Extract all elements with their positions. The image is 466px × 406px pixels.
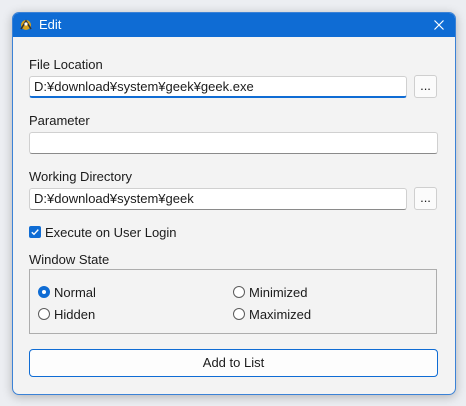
window-state-label: Window State: [29, 252, 110, 267]
radio-unselected-icon: [233, 308, 245, 320]
radio-hidden-label: Hidden: [54, 306, 96, 322]
working-directory-input[interactable]: D:¥download¥system¥geek: [29, 188, 407, 210]
radio-maximized-label: Maximized: [249, 306, 312, 322]
window-state-group: [29, 269, 437, 334]
working-directory-browse-button[interactable]: ...: [414, 187, 437, 210]
radio-unselected-icon: [233, 286, 245, 298]
file-location-input[interactable]: D:¥download¥system¥geek¥geek.exe: [29, 76, 407, 98]
execute-on-login-label: Execute on User Login: [45, 224, 177, 240]
close-icon: [434, 20, 444, 30]
parameter-input[interactable]: [29, 132, 438, 154]
close-button[interactable]: [423, 13, 455, 37]
title-bar[interactable]: Edit: [13, 13, 455, 37]
radio-maximized[interactable]: Maximized: [233, 306, 311, 322]
app-icon: [18, 17, 34, 33]
radio-hidden[interactable]: Hidden: [38, 306, 95, 322]
checkbox-checked-icon: [29, 226, 41, 238]
add-to-list-button[interactable]: Add to List: [29, 349, 438, 377]
file-location-label: File Location: [29, 57, 103, 72]
execute-on-login-checkbox[interactable]: Execute on User Login: [29, 224, 177, 240]
radio-normal-label: Normal: [54, 284, 96, 300]
parameter-label: Parameter: [29, 113, 90, 128]
radio-selected-icon: [38, 286, 50, 298]
window-title: Edit: [39, 17, 62, 32]
radio-unselected-icon: [38, 308, 50, 320]
edit-dialog: Edit File Location D:¥download¥system¥ge…: [12, 12, 456, 395]
working-directory-label: Working Directory: [29, 169, 133, 184]
radio-normal[interactable]: Normal: [38, 284, 96, 300]
radio-minimized[interactable]: Minimized: [233, 284, 308, 300]
radio-minimized-label: Minimized: [249, 284, 308, 300]
file-location-browse-button[interactable]: ...: [414, 75, 437, 98]
